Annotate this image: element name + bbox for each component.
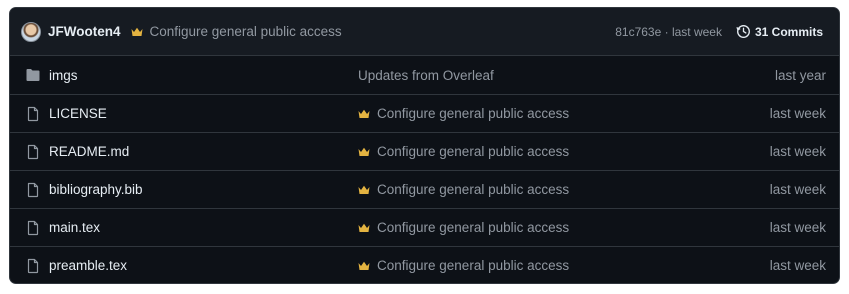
file-name-link[interactable]: imgs: [49, 68, 78, 83]
avatar[interactable]: [21, 21, 41, 42]
commit-date: last week: [769, 220, 826, 235]
commit-message-cell: Configure general public access: [358, 106, 770, 121]
history-icon: [736, 25, 750, 38]
crown-icon: [358, 261, 377, 271]
latest-commit-bar: JFWooten4 Configure general public acces…: [10, 8, 839, 56]
file-icon: [25, 144, 41, 160]
file-icon: [25, 258, 41, 274]
commit-message-cell: Updates from Overleaf: [358, 68, 775, 83]
file-name-cell: README.md: [25, 144, 358, 160]
crown-icon: [358, 185, 377, 195]
file-name-link[interactable]: main.tex: [49, 220, 100, 235]
file-name-cell: main.tex: [25, 220, 358, 236]
commit-message-cell: Configure general public access: [358, 144, 770, 159]
file-row[interactable]: imgs Updates from Overleaf last year: [10, 56, 839, 94]
latest-commit-message-link[interactable]: Configure general public access: [150, 24, 342, 39]
commit-message-link[interactable]: Configure general public access: [377, 106, 569, 121]
commits-history-button[interactable]: 31 Commits: [736, 24, 823, 39]
file-name-link[interactable]: bibliography.bib: [49, 182, 143, 197]
file-name-cell: LICENSE: [25, 106, 358, 122]
commit-date: last week: [769, 106, 826, 121]
file-row[interactable]: LICENSE Configure general public access la…: [10, 94, 839, 132]
crown-icon: [131, 27, 143, 36]
commit-message-link[interactable]: Configure general public access: [377, 182, 569, 197]
file-row[interactable]: main.tex Configure general public access l…: [10, 208, 839, 246]
commit-date: last week: [769, 182, 826, 197]
commit-message-cell: Configure general public access: [358, 182, 770, 197]
commit-date: last week: [769, 144, 826, 159]
commit-author-link[interactable]: JFWooten4: [48, 24, 121, 39]
file-row[interactable]: preamble.tex Configure general public acc…: [10, 246, 839, 283]
commit-message-cell: Configure general public access: [358, 220, 770, 235]
file-icon: [25, 182, 41, 198]
file-name-link[interactable]: preamble.tex: [49, 258, 127, 273]
commit-message-link[interactable]: Configure general public access: [377, 144, 569, 159]
commit-message-link[interactable]: Updates from Overleaf: [358, 68, 494, 83]
commit-message-link[interactable]: Configure general public access: [377, 220, 569, 235]
file-name-link[interactable]: README.md: [49, 144, 129, 159]
file-icon: [25, 220, 41, 236]
commits-count-label: 31 Commits: [754, 24, 823, 39]
crown-icon: [358, 147, 377, 157]
file-row[interactable]: bibliography.bib Configure general public…: [10, 170, 839, 208]
commit-hash-link[interactable]: 81c763e · last week: [615, 25, 722, 39]
folder-icon: [25, 67, 41, 83]
commit-message-cell: Configure general public access: [358, 258, 770, 273]
crown-icon: [358, 223, 377, 233]
file-row[interactable]: README.md Configure general public access…: [10, 132, 839, 170]
file-rows: imgs Updates from Overleaf last year LICENS…: [10, 56, 839, 283]
file-name-link[interactable]: LICENSE: [49, 106, 107, 121]
commit-date: last week: [769, 258, 826, 273]
commit-date: last year: [774, 67, 826, 83]
file-name-cell: bibliography.bib: [25, 182, 358, 198]
file-name-cell: imgs: [25, 67, 358, 83]
file-name-cell: preamble.tex: [25, 258, 358, 274]
file-list-panel: JFWooten4 Configure general public acces…: [9, 7, 840, 284]
crown-icon: [358, 109, 377, 119]
commit-message-link[interactable]: Configure general public access: [377, 258, 569, 273]
file-icon: [25, 106, 41, 122]
